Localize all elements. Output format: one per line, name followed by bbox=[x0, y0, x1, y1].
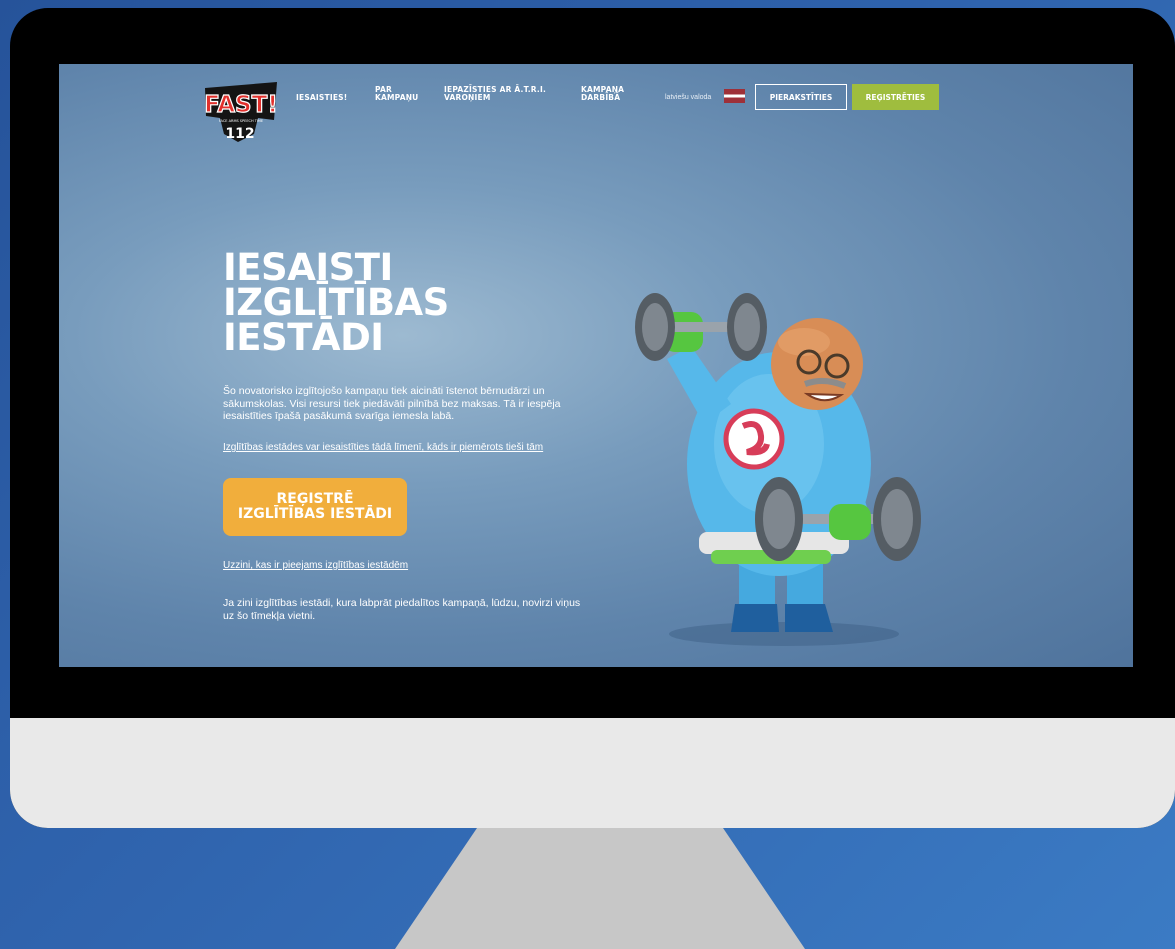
latvia-flag-icon[interactable] bbox=[724, 89, 745, 103]
hero-title: IESAISTI IZGLĪTĪBAS IESTĀDI bbox=[223, 246, 449, 359]
monitor-chin bbox=[10, 718, 1175, 828]
superhero-mascot-illustration bbox=[635, 293, 921, 646]
nav-item-kampana-darbiba[interactable]: KAMPAŅA DARBĪBĀ bbox=[581, 86, 624, 102]
fast-logo[interactable]: FAST! FACE ARMS SPEECH TIME 112 bbox=[202, 78, 280, 148]
top-navigation: FAST! FACE ARMS SPEECH TIME 112 IESAISTI… bbox=[59, 64, 1133, 142]
monitor-stand bbox=[395, 828, 805, 949]
logo-number: 112 bbox=[225, 126, 254, 142]
website-screen: FAST! FACE ARMS SPEECH TIME 112 IESAISTI… bbox=[59, 64, 1133, 667]
hero-description: Šo novatorisko izglītojošo kampaņu tiek … bbox=[223, 385, 561, 423]
register-button[interactable]: REĢISTRĒTIES bbox=[852, 84, 939, 110]
nav-item-iesaisties[interactable]: IESAISTIES! bbox=[296, 94, 347, 102]
logo-brand: FAST! bbox=[204, 92, 278, 118]
available-resources-link[interactable]: Uzzini, kas ir pieejams izglītības iestā… bbox=[223, 560, 408, 571]
nav-item-varoni[interactable]: IEPAZĪSTIES AR Ā.T.R.I. VAROŅIEM bbox=[444, 86, 546, 102]
login-button[interactable]: PIERAKSTĪTIES bbox=[755, 84, 847, 110]
logo-tagline: FACE ARMS SPEECH TIME bbox=[219, 119, 263, 123]
nav-item-par-kampanu[interactable]: PAR KAMPAŅU bbox=[375, 86, 418, 102]
language-selector[interactable]: latviešu valoda bbox=[665, 94, 711, 101]
hero-footer-text: Ja zini izglītības iestādi, kura labprāt… bbox=[223, 597, 581, 622]
participation-level-link[interactable]: Izglītības iestādes var iesaistīties tād… bbox=[223, 442, 543, 453]
register-institution-button[interactable]: REĢISTRĒ IZGLĪTĪBAS IESTĀDI bbox=[223, 478, 407, 536]
